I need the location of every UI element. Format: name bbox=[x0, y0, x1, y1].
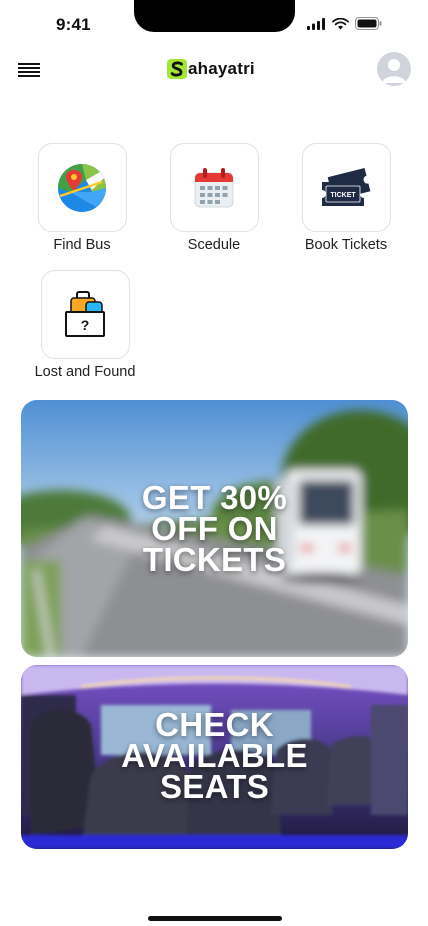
brand-name: ahayatri bbox=[188, 59, 255, 78]
battery-icon bbox=[355, 17, 382, 30]
brand-mark-icon bbox=[167, 59, 187, 79]
tile-lost-and-found[interactable]: ? Lost and Found bbox=[25, 270, 145, 380]
lost-luggage-icon: ? bbox=[65, 290, 105, 337]
tile-schedule-box bbox=[169, 143, 259, 232]
seats-banner-text: CHECK AVAILABLE SEATS bbox=[21, 706, 408, 805]
tile-schedule[interactable]: Scedule bbox=[154, 143, 274, 253]
tile-find-bus[interactable]: Find Bus bbox=[22, 143, 142, 253]
profile-avatar[interactable] bbox=[377, 52, 411, 86]
seats-line-3: SEATS bbox=[159, 768, 270, 805]
menu-button[interactable] bbox=[18, 61, 40, 79]
discount-line-2: OFF ON bbox=[151, 510, 278, 547]
status-icons bbox=[307, 17, 382, 30]
seats-banner[interactable]: CHECK AVAILABLE SEATS bbox=[21, 665, 408, 849]
wifi-icon bbox=[332, 17, 349, 29]
map-pin-icon bbox=[58, 163, 106, 212]
svg-text:TICKET: TICKET bbox=[330, 192, 356, 199]
user-icon bbox=[382, 59, 406, 83]
status-time: 9:41 bbox=[56, 15, 91, 34]
tile-book-tickets[interactable]: TICKET Book Tickets bbox=[286, 143, 406, 253]
tile-find-bus-box bbox=[37, 143, 127, 232]
seats-line-1: CHECK bbox=[155, 706, 274, 743]
tile-lost-and-found-label: Lost and Found bbox=[34, 364, 136, 380]
signal-icon bbox=[307, 17, 325, 30]
seats-line-2: AVAILABLE bbox=[121, 737, 308, 774]
ticket-icon: TICKET bbox=[322, 167, 371, 206]
discount-line-3: TICKETS bbox=[142, 541, 287, 578]
tile-lost-and-found-box: ? bbox=[40, 270, 130, 359]
status-bar: 9:41 bbox=[0, 0, 428, 48]
discount-banner-text: GET 30% OFF ON TICKETS bbox=[21, 479, 408, 578]
svg-text:?: ? bbox=[81, 317, 90, 333]
tile-book-tickets-label: Book Tickets bbox=[304, 237, 388, 253]
discount-banner[interactable]: GET 30% OFF ON TICKETS bbox=[21, 400, 408, 657]
discount-line-1: GET 30% bbox=[141, 479, 288, 516]
tile-book-tickets-box: TICKET bbox=[301, 143, 391, 232]
calendar-icon bbox=[194, 167, 234, 207]
device-notch bbox=[134, 0, 295, 32]
app-header: S ahayatri bbox=[0, 52, 428, 88]
tile-find-bus-label: Find Bus bbox=[53, 237, 111, 253]
home-indicator[interactable] bbox=[148, 916, 282, 921]
tile-schedule-label: Scedule bbox=[187, 237, 241, 253]
brand-logo: S ahayatri bbox=[167, 59, 255, 79]
